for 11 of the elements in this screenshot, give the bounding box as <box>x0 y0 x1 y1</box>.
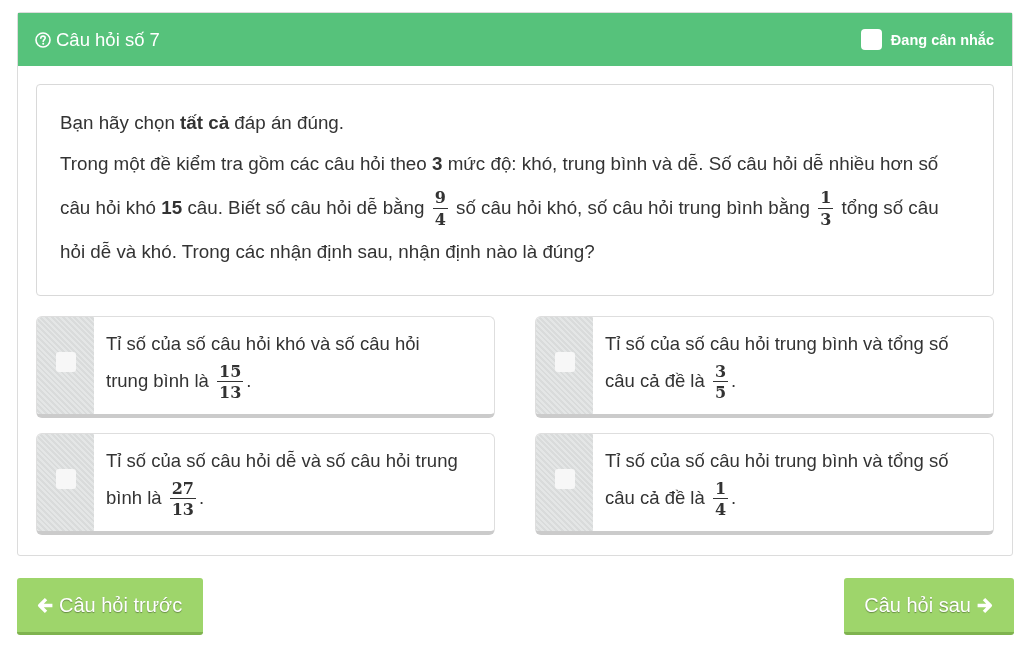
arrow-left-icon <box>37 596 54 614</box>
answer-checkbox[interactable] <box>554 469 575 489</box>
question-title: Câu hỏi số 7 <box>56 28 160 51</box>
arrow-right-icon <box>976 596 993 614</box>
flag-label: Đang cân nhắc <box>890 31 994 48</box>
flag-checkbox[interactable] <box>860 29 882 50</box>
help-icon <box>35 31 51 48</box>
answer-checkbox[interactable] <box>55 352 76 372</box>
answer-checkbox[interactable] <box>554 352 575 372</box>
instruction-text: Bạn hãy chọn tất cả đáp án đúng. <box>60 111 346 135</box>
answer-checkbox[interactable] <box>55 469 76 489</box>
